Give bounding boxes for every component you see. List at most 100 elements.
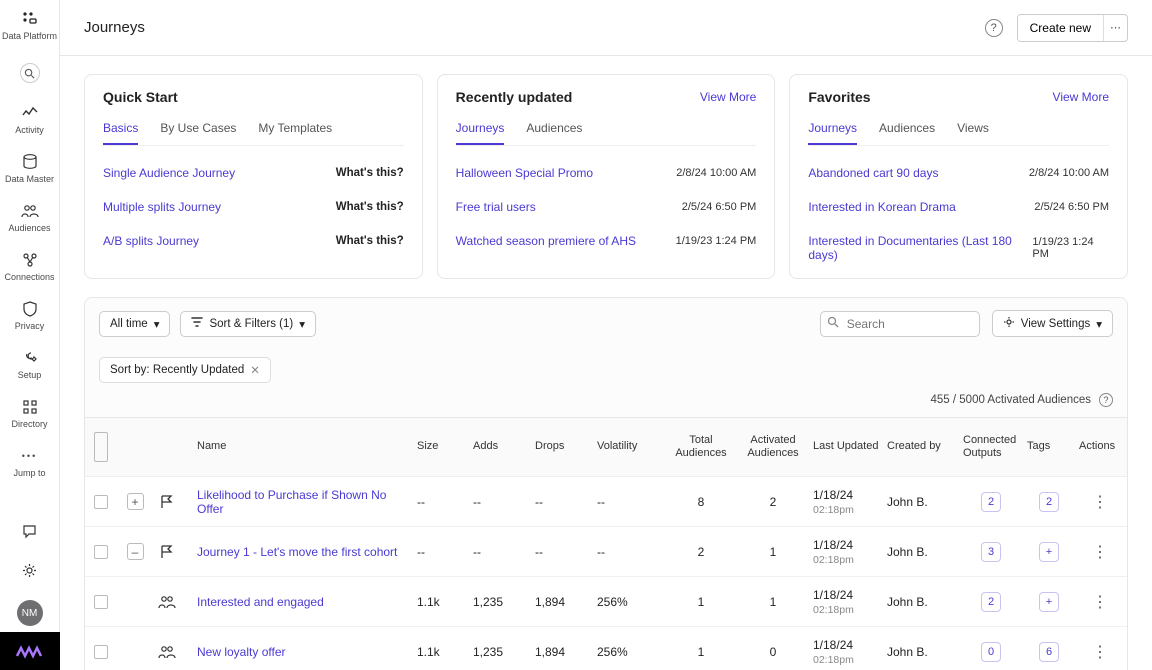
- tab-audiences[interactable]: Audiences: [879, 115, 935, 145]
- col-created-by[interactable]: Created by: [883, 426, 959, 467]
- link[interactable]: Interested in Documentaries (Last 180 da…: [808, 234, 1032, 262]
- link[interactable]: Halloween Special Promo: [456, 166, 593, 180]
- sidebar-item-data-master[interactable]: Data Master: [0, 153, 59, 184]
- close-icon[interactable]: ✕: [250, 363, 260, 377]
- row-name-link[interactable]: Interested and engaged: [197, 595, 324, 609]
- row-actions[interactable]: ⋮: [1075, 634, 1125, 670]
- col-activated-audiences[interactable]: Activated Audiences: [737, 420, 809, 474]
- link[interactable]: Interested in Korean Drama: [808, 200, 955, 214]
- link[interactable]: A/B splits Journey: [103, 234, 199, 248]
- shield-icon: [21, 300, 39, 318]
- row-checkbox[interactable]: [94, 495, 108, 509]
- row-name-link[interactable]: Journey 1 - Let's move the first cohort: [197, 545, 397, 559]
- link[interactable]: Abandoned cart 90 days: [808, 166, 938, 180]
- expand-toggle[interactable]: +: [127, 493, 144, 510]
- col-connected-outputs[interactable]: Connected Outputs: [959, 420, 1023, 474]
- journeys-table: Name Size Adds Drops Volatility Total Au…: [84, 418, 1128, 670]
- tab-audiences[interactable]: Audiences: [526, 115, 582, 145]
- tags-badge[interactable]: +: [1039, 592, 1059, 612]
- view-more-link[interactable]: View More: [1053, 90, 1109, 104]
- help-icon[interactable]: ?: [985, 19, 1003, 37]
- col-last-updated[interactable]: Last Updated: [809, 426, 883, 467]
- outputs-badge[interactable]: 2: [981, 592, 1001, 612]
- avatar[interactable]: NM: [17, 600, 43, 626]
- row-checkbox[interactable]: [94, 645, 108, 659]
- col-tags[interactable]: Tags: [1023, 426, 1075, 467]
- col-volatility[interactable]: Volatility: [593, 426, 665, 467]
- tags-badge[interactable]: 6: [1039, 642, 1059, 662]
- link[interactable]: Single Audience Journey: [103, 166, 235, 180]
- col-drops[interactable]: Drops: [531, 426, 593, 467]
- expand-toggle[interactable]: –: [127, 543, 144, 560]
- link[interactable]: Free trial users: [456, 200, 536, 214]
- sidebar-label: Jump to: [13, 468, 45, 478]
- row-checkbox[interactable]: [94, 545, 108, 559]
- row-checkbox[interactable]: [94, 595, 108, 609]
- link[interactable]: Multiple splits Journey: [103, 200, 221, 214]
- info-icon[interactable]: ?: [1099, 393, 1113, 407]
- list-item[interactable]: Halloween Special Promo2/8/24 10:00 AM: [456, 156, 757, 190]
- row-actions[interactable]: ⋮: [1075, 584, 1125, 620]
- search-icon: [827, 316, 839, 331]
- sidebar-item-connections[interactable]: Connections: [0, 251, 59, 282]
- list-item[interactable]: Free trial users2/5/24 6:50 PM: [456, 190, 757, 224]
- col-adds[interactable]: Adds: [469, 426, 531, 467]
- whats-this[interactable]: What's this?: [336, 167, 404, 179]
- sidebar-item-setup[interactable]: Setup: [0, 349, 59, 380]
- sidebar-feedback[interactable]: [0, 522, 59, 543]
- brand-logo[interactable]: [0, 632, 60, 670]
- sidebar-search[interactable]: [0, 63, 59, 86]
- list-item[interactable]: Single Audience Journey What's this?: [103, 156, 404, 190]
- list-item[interactable]: Abandoned cart 90 days2/8/24 10:00 AM: [808, 156, 1109, 190]
- whats-this[interactable]: What's this?: [336, 201, 404, 213]
- list-item[interactable]: Interested in Documentaries (Last 180 da…: [808, 224, 1109, 272]
- tab-journeys[interactable]: Journeys: [456, 115, 505, 145]
- search-input[interactable]: [820, 311, 980, 337]
- cell-total: 8: [665, 487, 737, 517]
- row-actions[interactable]: ⋮: [1075, 534, 1125, 570]
- tags-badge[interactable]: +: [1039, 542, 1059, 562]
- sidebar-item-directory[interactable]: Directory: [0, 398, 59, 429]
- cell-created-by: John B.: [883, 537, 959, 567]
- sort-filters-label: Sort & Filters (1): [209, 318, 293, 330]
- list-item[interactable]: A/B splits Journey What's this?: [103, 224, 404, 258]
- sidebar-item-audiences[interactable]: Audiences: [0, 202, 59, 233]
- create-new-button[interactable]: Create new: [1018, 15, 1103, 41]
- row-actions[interactable]: ⋮: [1075, 484, 1125, 520]
- wrench-icon: [21, 349, 39, 367]
- sidebar-label: Audiences: [8, 223, 50, 233]
- list-item[interactable]: Interested in Korean Drama2/5/24 6:50 PM: [808, 190, 1109, 224]
- time-filter[interactable]: All time ▾: [99, 311, 170, 337]
- tab-my-templates[interactable]: My Templates: [258, 115, 332, 145]
- col-total-audiences[interactable]: Total Audiences: [665, 420, 737, 474]
- list-item[interactable]: Watched season premiere of AHS1/19/23 1:…: [456, 224, 757, 258]
- tab-journeys[interactable]: Journeys: [808, 115, 857, 145]
- tab-by-use-cases[interactable]: By Use Cases: [160, 115, 236, 145]
- outputs-badge[interactable]: 0: [981, 642, 1001, 662]
- col-name[interactable]: Name: [193, 426, 413, 467]
- tags-badge[interactable]: 2: [1039, 492, 1059, 512]
- outputs-badge[interactable]: 3: [981, 542, 1001, 562]
- active-chip[interactable]: Sort by: Recently Updated ✕: [99, 357, 271, 383]
- tab-views[interactable]: Views: [957, 115, 989, 145]
- col-size[interactable]: Size: [413, 426, 469, 467]
- view-settings[interactable]: View Settings ▾: [992, 310, 1113, 337]
- sidebar-settings[interactable]: [0, 561, 59, 582]
- row-name-link[interactable]: New loyalty offer: [197, 645, 285, 659]
- outputs-badge[interactable]: 2: [981, 492, 1001, 512]
- create-new-more-button[interactable]: ⋯: [1103, 15, 1127, 41]
- link[interactable]: Watched season premiere of AHS: [456, 234, 636, 248]
- cell-activated: 1: [737, 537, 809, 567]
- sidebar-item-privacy[interactable]: Privacy: [0, 300, 59, 331]
- tab-basics[interactable]: Basics: [103, 115, 138, 145]
- sidebar-item-data-platform[interactable]: Data Platform: [0, 10, 59, 41]
- select-all-checkbox[interactable]: [94, 432, 108, 462]
- list-item[interactable]: Multiple splits Journey What's this?: [103, 190, 404, 224]
- view-more-link[interactable]: View More: [700, 90, 756, 104]
- whats-this[interactable]: What's this?: [336, 235, 404, 247]
- row-name-link[interactable]: Likelihood to Purchase if Shown No Offer: [197, 488, 386, 516]
- sidebar-item-jump-to[interactable]: ••• Jump to: [0, 447, 59, 478]
- sidebar-item-activity[interactable]: Activity: [0, 104, 59, 135]
- sort-filters[interactable]: Sort & Filters (1) ▾: [180, 311, 316, 337]
- platform-icon: [21, 10, 39, 28]
